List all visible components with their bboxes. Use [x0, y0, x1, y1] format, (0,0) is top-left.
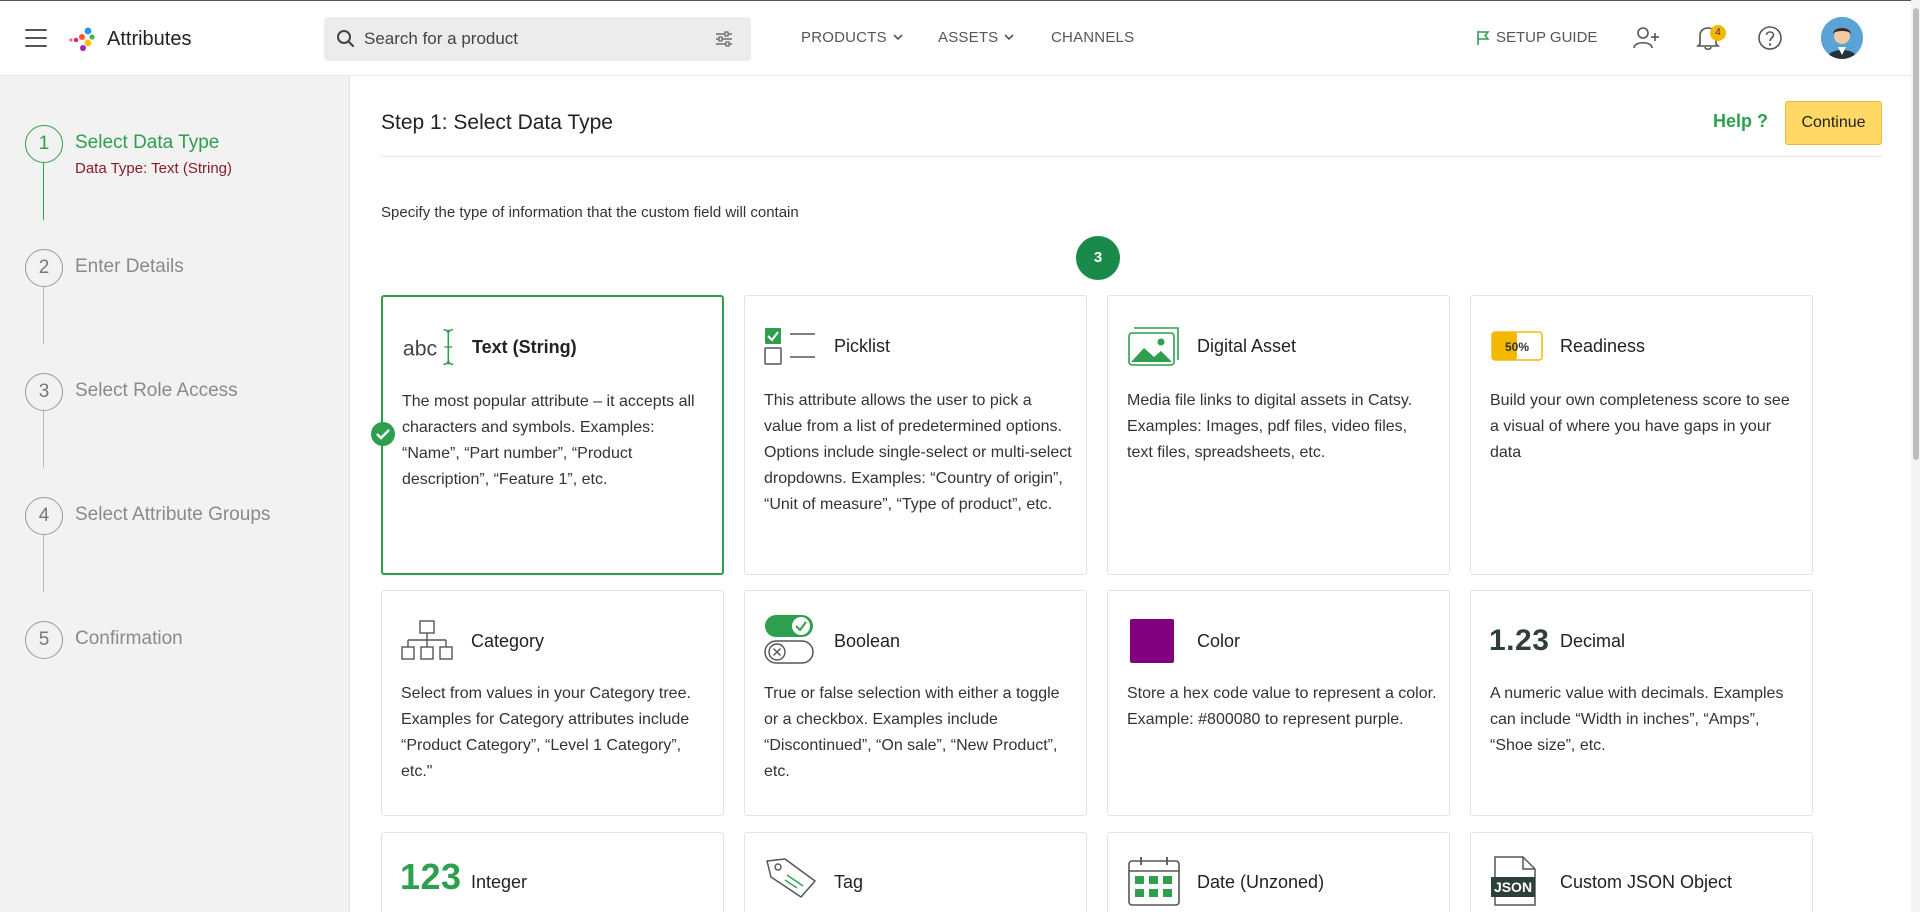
top-bar: Attributes PRODUCTS ASSETS CHANNELS SET: [0, 0, 1920, 76]
integer-icon: 123: [400, 855, 461, 899]
card-title: Date (Unzoned): [1197, 872, 1325, 892]
card-description: The most popular attribute – it accepts …: [402, 393, 695, 488]
card-description: True or false selection with either a to…: [764, 685, 1060, 780]
nav-channels-label: CHANNELS: [1051, 29, 1135, 46]
add-user-icon[interactable]: [1633, 25, 1661, 51]
readiness-value: 50%: [1505, 340, 1529, 354]
avatar[interactable]: [1821, 17, 1863, 59]
card-description: Media file links to digital assets in Ca…: [1127, 392, 1413, 461]
text-cursor-icon: abc: [401, 325, 457, 369]
count-badge: 3: [1076, 236, 1120, 280]
nav-products[interactable]: PRODUCTS: [801, 29, 903, 46]
page-title: Step 1: Select Data Type: [381, 111, 613, 134]
nav-products-label: PRODUCTS: [801, 29, 887, 46]
step-label: Select Data Type: [75, 132, 220, 153]
main-content: Step 1: Select Data Type Help ? Continue…: [351, 76, 1920, 912]
step-number: 5: [25, 621, 63, 659]
data-type-card-boolean[interactable]: Boolean True or false selection with eit…: [744, 590, 1087, 816]
card-description: Store a hex code value to represent a co…: [1127, 685, 1437, 728]
color-swatch: [1130, 619, 1174, 663]
step-number: 3: [25, 373, 63, 411]
nav-assets-label: ASSETS: [938, 29, 999, 46]
checklist-icon: [763, 324, 819, 368]
calendar-icon: [1126, 855, 1182, 907]
app-logo-icon: [69, 27, 95, 51]
card-title: Picklist: [834, 336, 891, 356]
integer-icon-text: 123: [400, 856, 462, 897]
progress-icon: 50%: [1489, 324, 1545, 368]
data-type-card-tag[interactable]: Tag: [744, 832, 1087, 912]
menu-icon[interactable]: [25, 29, 47, 47]
card-title: Digital Asset: [1197, 336, 1297, 356]
data-type-card-category[interactable]: Category Select from values in your Cate…: [381, 590, 724, 816]
toggle-icon: [763, 613, 819, 665]
card-title: Color: [1197, 631, 1241, 651]
card-description: A numeric value with decimals. Examples …: [1490, 685, 1784, 754]
page-scrollbar[interactable]: [1911, 0, 1920, 912]
json-file-icon: JSON: [1489, 855, 1545, 907]
nav-assets[interactable]: ASSETS: [938, 29, 1014, 46]
card-title: Text (String): [472, 337, 577, 357]
data-type-card-readiness[interactable]: 50% Readiness Build your own completenes…: [1470, 295, 1813, 575]
image-icon: [1126, 324, 1182, 368]
step-label: Select Role Access: [75, 380, 238, 401]
data-type-card-json[interactable]: JSON Custom JSON Object: [1470, 832, 1813, 912]
divider: [381, 156, 1882, 157]
card-title: Readiness: [1560, 336, 1646, 356]
setup-guide-label: SETUP GUIDE: [1496, 29, 1598, 46]
card-title: Boolean: [834, 631, 901, 651]
continue-button[interactable]: Continue: [1785, 101, 1882, 145]
card-title: Category: [471, 631, 545, 651]
card-title: Integer: [471, 872, 528, 892]
step-sublabel: Data Type: Text (String): [75, 160, 233, 177]
card-description: Select from values in your Category tree…: [401, 685, 691, 780]
search-icon[interactable]: [336, 29, 356, 49]
decimal-icon: 1.23: [1489, 619, 1549, 663]
step-label: Confirmation: [75, 628, 183, 649]
notification-badge: 4: [1710, 25, 1726, 41]
card-description: This attribute allows the user to pick a…: [764, 392, 1072, 513]
search-bar: [324, 17, 751, 61]
filter-icon[interactable]: [715, 31, 733, 47]
data-type-card-date[interactable]: Date (Unzoned): [1107, 832, 1450, 912]
decimal-icon-text: 1.23: [1489, 624, 1550, 657]
steps-sidebar: 1 Select Data Type Data Type: Text (Stri…: [0, 76, 350, 912]
step-number: 1: [25, 125, 63, 163]
chevron-down-icon: [893, 34, 903, 41]
tree-icon: [400, 619, 456, 663]
tag-icon: [763, 855, 819, 899]
step-label: Select Attribute Groups: [75, 504, 271, 525]
flag-icon: [1477, 30, 1490, 45]
card-title: Custom JSON Object: [1560, 872, 1733, 892]
card-title: Tag: [834, 872, 864, 892]
data-type-card-digital-asset[interactable]: Digital Asset Media file links to digita…: [1107, 295, 1450, 575]
chevron-down-icon: [1004, 34, 1014, 41]
intro-text: Specify the type of information that the…: [381, 204, 799, 221]
json-icon-text: JSON: [1494, 879, 1532, 895]
step-number: 2: [25, 249, 63, 287]
color-swatch-icon: [1126, 619, 1182, 663]
search-input[interactable]: [364, 17, 694, 61]
help-link[interactable]: Help ?: [1713, 111, 1768, 132]
scrollbar-thumb[interactable]: [1913, 8, 1919, 460]
help-icon[interactable]: [1757, 25, 1783, 51]
data-type-card-integer[interactable]: 123 Integer: [381, 832, 724, 912]
nav-channels[interactable]: CHANNELS: [1051, 29, 1134, 46]
step-label: Enter Details: [75, 256, 184, 277]
app-title: Attributes: [107, 28, 192, 50]
setup-guide-link[interactable]: SETUP GUIDE: [1476, 29, 1597, 46]
selected-check-icon: [371, 422, 395, 446]
card-title: Decimal: [1560, 631, 1626, 651]
data-type-card-picklist[interactable]: Picklist This attribute allows the user …: [744, 295, 1087, 575]
card-description: Build your own completeness score to see…: [1490, 392, 1790, 461]
data-type-card-color[interactable]: Color Store a hex code value to represen…: [1107, 590, 1450, 816]
data-type-card-text[interactable]: abc Text (String) The most popular attri…: [371, 295, 724, 575]
step-number: 4: [25, 497, 63, 535]
svg-text:abc: abc: [403, 337, 438, 361]
user-avatar-icon: [1821, 17, 1863, 59]
data-type-card-decimal[interactable]: 1.23 Decimal A numeric value with decima…: [1470, 590, 1813, 816]
